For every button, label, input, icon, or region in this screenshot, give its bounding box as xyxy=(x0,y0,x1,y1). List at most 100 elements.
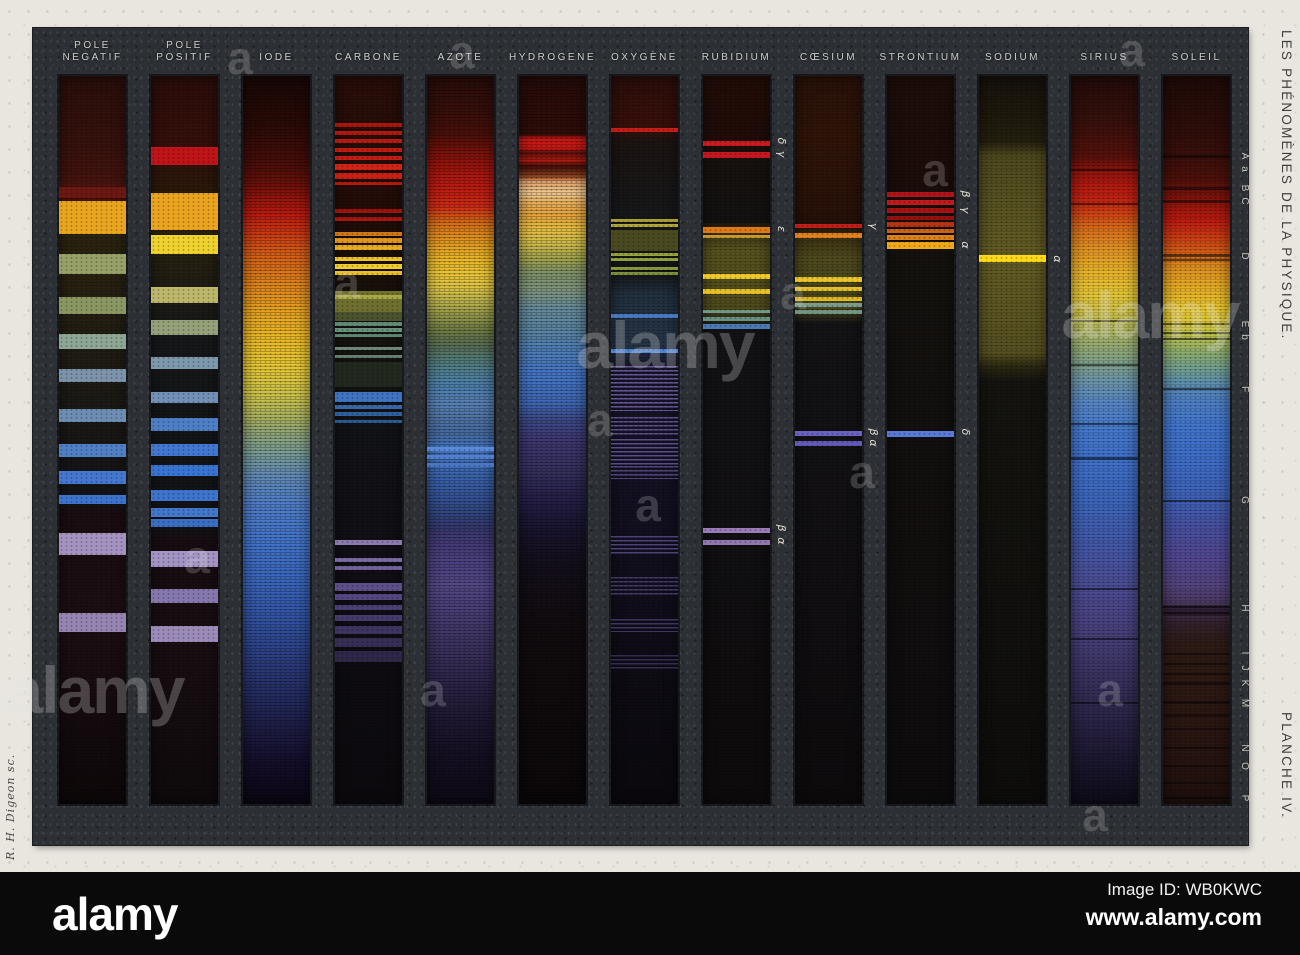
spectral-band xyxy=(59,533,126,555)
spectral-band xyxy=(335,615,402,622)
spectral-band xyxy=(1163,155,1230,158)
spectrum-column-oxygene: OXYGÈNE xyxy=(611,32,678,845)
spectral-band xyxy=(335,405,402,409)
annotation-letter: γ xyxy=(959,206,972,213)
spectral-band xyxy=(335,322,402,326)
spectral-band xyxy=(611,271,678,275)
column-label-text: SODIUM xyxy=(985,52,1040,63)
fraunhofer-letter: G xyxy=(1239,496,1250,504)
spectrum-strip: γ βα xyxy=(795,76,880,804)
column-label-text: CARBONE xyxy=(335,52,402,63)
column-label-text: IODE xyxy=(259,52,294,63)
spectral-band xyxy=(335,311,402,321)
spectrum-column-soleil: SOLEIL Aa B C D Eb F G H I J K M N O P xyxy=(1163,32,1250,845)
spectra-plate: POLE NEGATIF POLE POSITIF IODE CARBONE AZOTE HY… xyxy=(33,28,1250,845)
column-label: STRONTIUM xyxy=(880,32,962,64)
spectral-band xyxy=(59,408,126,422)
spectral-band xyxy=(611,128,678,133)
spectral-band xyxy=(795,430,862,436)
spectral-band xyxy=(335,271,402,276)
column-label-text: RUBIDIUM xyxy=(701,52,772,63)
spectral-band xyxy=(59,470,126,484)
spectral-band xyxy=(1163,499,1230,502)
spectral-band xyxy=(887,207,954,213)
spectral-band xyxy=(335,333,402,338)
spectral-band xyxy=(1163,662,1230,665)
spectral-band xyxy=(59,494,126,505)
spectral-band xyxy=(611,655,678,669)
fraunhofer-letter: M xyxy=(1239,698,1250,708)
alamy-url-text: www.alamy.com xyxy=(1085,904,1262,930)
spectrum-strip xyxy=(611,76,678,804)
fraunhofer-letter: N xyxy=(1239,744,1250,752)
spectral-band xyxy=(335,327,402,332)
spectral-band xyxy=(887,222,954,227)
spectral-band xyxy=(795,310,862,315)
spectral-band xyxy=(703,324,770,329)
spectral-band xyxy=(151,357,218,370)
spectra-columns-container: POLE NEGATIF POLE POSITIF IODE CARBONE AZOTE HY… xyxy=(59,32,1250,845)
spectral-band xyxy=(151,508,218,518)
spectral-band xyxy=(335,362,402,387)
fraunhofer-letter: J xyxy=(1239,665,1250,671)
spectral-band xyxy=(703,234,770,239)
spectral-band xyxy=(59,369,126,383)
spectral-band xyxy=(427,455,494,459)
spectral-band xyxy=(611,349,678,354)
spectrum-column-sirius: SIRIUS xyxy=(1071,32,1138,845)
spectral-band xyxy=(1071,169,1138,172)
spectral-band xyxy=(335,540,402,545)
column-label: HYDROGENE xyxy=(509,32,596,64)
fraunhofer-letter: H xyxy=(1239,604,1250,612)
column-label-text: SOLEIL xyxy=(1171,52,1222,63)
spectral-band xyxy=(1163,782,1230,785)
spectral-band xyxy=(335,217,402,221)
spectrum-column-pole-positif: POLE POSITIF xyxy=(151,32,218,845)
spectral-band xyxy=(151,518,218,528)
fraunhofer-letter: K xyxy=(1239,679,1250,687)
spectral-band xyxy=(151,234,218,255)
plate-series-title: LES PHÉNOMÈNES DE LA PHYSIQUE. xyxy=(1279,30,1294,341)
spectral-band xyxy=(1163,331,1230,334)
spectral-band xyxy=(703,528,770,534)
spectral-band xyxy=(703,539,770,545)
spectral-band xyxy=(1163,747,1230,750)
spectral-band xyxy=(335,139,402,143)
annotation-letter: γ xyxy=(867,222,880,229)
spectrum-column-pole-negatif: POLE NEGATIF xyxy=(59,32,126,845)
fraunhofer-letter: I xyxy=(1239,651,1250,655)
spectral-band xyxy=(335,638,402,647)
plate-number-caption: PLANCHE IV. xyxy=(1279,712,1294,819)
spectral-band xyxy=(887,199,954,205)
spectral-band xyxy=(151,146,218,165)
spectral-band xyxy=(611,252,678,256)
spectrum-strip xyxy=(1071,76,1138,804)
column-label-text: OXYGÈNE xyxy=(611,52,678,63)
spectral-band xyxy=(151,319,218,336)
spectral-band xyxy=(611,314,678,318)
spectral-band xyxy=(335,172,402,179)
fraunhofer-letter: P xyxy=(1239,794,1250,802)
spectral-band xyxy=(887,215,954,221)
column-label: POLE POSITIF xyxy=(156,32,212,64)
spectrum-strip: α xyxy=(979,76,1064,804)
column-label: POLE NEGATIF xyxy=(62,32,122,64)
column-label-text: STRONTIUM xyxy=(879,52,962,63)
spectral-band xyxy=(59,186,126,198)
annotation-letter: β xyxy=(867,428,880,436)
image-id-text: Image ID: WB0KWC xyxy=(1107,880,1262,899)
fraunhofer-letter: b xyxy=(1239,334,1250,340)
column-label: IODE xyxy=(259,32,293,64)
spectral-band xyxy=(703,226,770,234)
spectrum-strip xyxy=(151,76,218,804)
spectral-band xyxy=(795,296,862,301)
spectral-band xyxy=(335,148,402,153)
spectral-band xyxy=(1163,254,1230,257)
column-label: SODIUM xyxy=(985,32,1040,64)
spectrum-strip: β γ α δ xyxy=(887,76,972,804)
spectral-band xyxy=(611,230,678,251)
spectral-band xyxy=(1163,652,1230,655)
fraunhofer-letter: B xyxy=(1239,184,1250,191)
spectrum-strip: δγ ε βα xyxy=(703,76,788,804)
spectral-band xyxy=(151,490,218,502)
